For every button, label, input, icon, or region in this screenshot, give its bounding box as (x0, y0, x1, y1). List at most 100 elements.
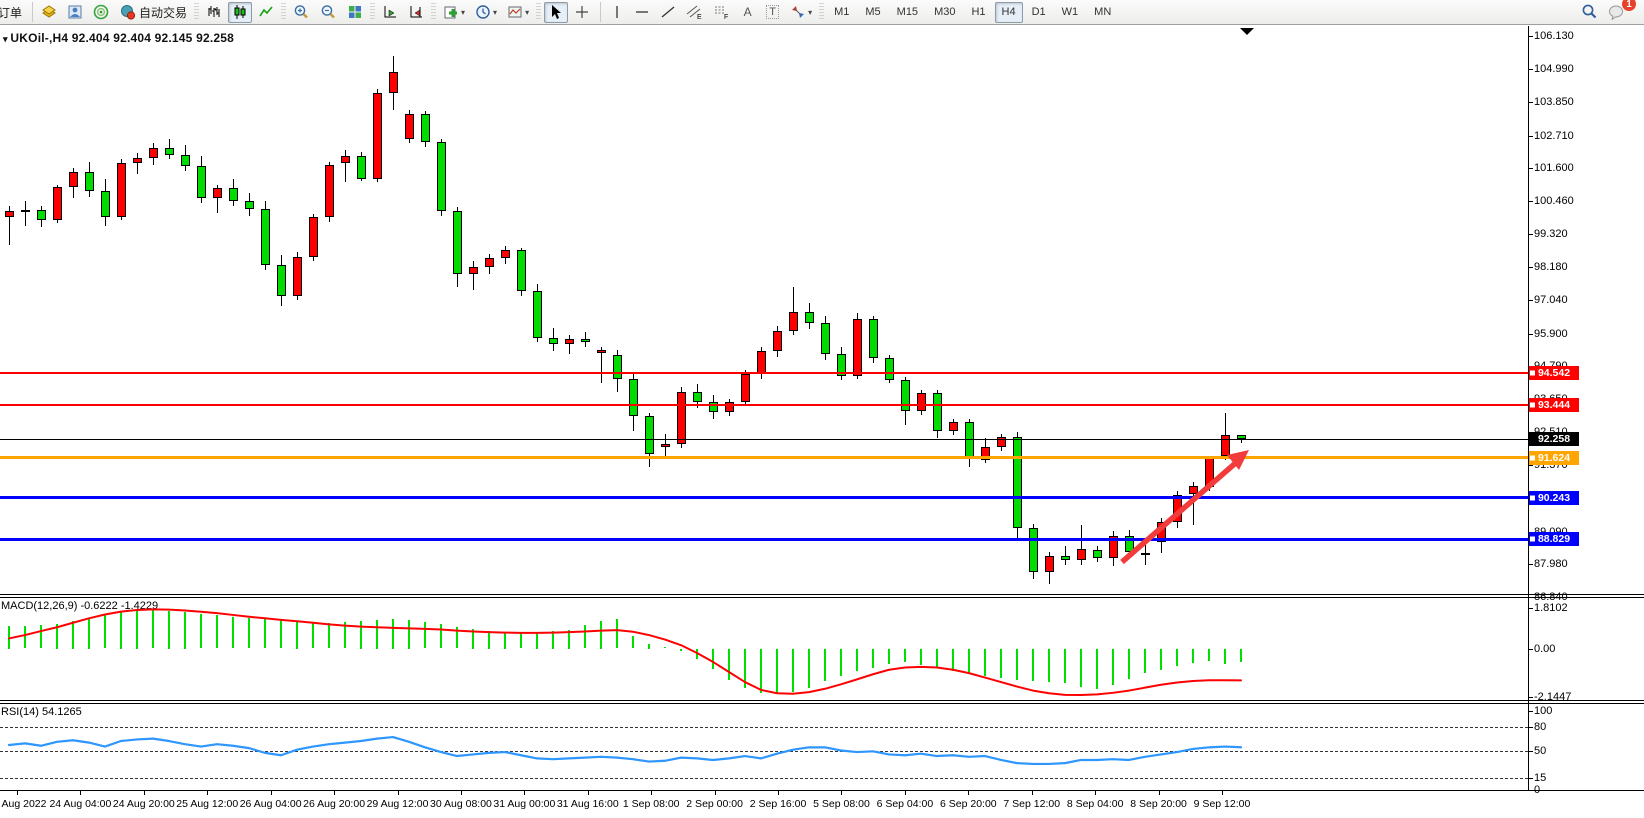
price-tick-label: 102.710 (1534, 130, 1574, 142)
macd-histogram-bar (760, 649, 762, 694)
equidistant-channel-button[interactable]: E (682, 2, 707, 23)
chart-shift-button[interactable] (404, 2, 428, 23)
time-tick (588, 791, 589, 795)
candle-body (261, 209, 270, 266)
candle-body (373, 93, 382, 180)
badge-drag-notch[interactable] (1530, 495, 1535, 500)
time-label: 6 Sep 04:00 (877, 798, 934, 810)
price-badge[interactable]: 94.542 (1529, 366, 1579, 380)
candle-body (1077, 549, 1086, 561)
candlestick-chart-icon (232, 4, 248, 20)
timeframe-m5-button[interactable]: M5 (858, 2, 887, 23)
macd-histogram-bar (904, 649, 906, 663)
macd-histogram-bar (856, 649, 858, 671)
chevron-down-icon: ▾ (461, 8, 465, 17)
autotrading-icon (119, 4, 136, 20)
time-tick (1095, 791, 1096, 795)
templates-button[interactable]: ▾ (503, 2, 533, 23)
cursor-button[interactable] (544, 2, 568, 23)
price-tick-label: 87.980 (1534, 558, 1568, 570)
macd-histogram-bar (1112, 649, 1114, 685)
history-button[interactable] (37, 2, 61, 23)
bar-chart-button[interactable] (202, 2, 226, 23)
price-level-line (0, 404, 1528, 406)
text-label-icon: T (766, 5, 779, 19)
macd-histogram-bar (1128, 649, 1130, 679)
price-badge[interactable]: 88.829 (1529, 532, 1579, 546)
autotrading-button[interactable]: 自动交易 (115, 2, 191, 23)
timeframe-h1-button[interactable]: H1 (964, 2, 992, 23)
macd-histogram-bar (184, 612, 186, 648)
arrows-button[interactable]: ▾ (786, 2, 816, 23)
badge-drag-notch[interactable] (1530, 537, 1535, 542)
time-label: 31 Aug 16:00 (557, 798, 619, 810)
periods-button[interactable]: ▾ (471, 2, 501, 23)
timeframe-w1-button[interactable]: W1 (1055, 2, 1086, 23)
timeframe-d1-button[interactable]: D1 (1025, 2, 1053, 23)
zoom-out-button[interactable] (316, 2, 341, 23)
macd-histogram-bar (40, 625, 42, 648)
vertical-line-button[interactable] (605, 2, 628, 23)
toolbar-grip (431, 3, 436, 21)
macd-histogram-bar (328, 623, 330, 649)
candle-body (421, 114, 430, 142)
candlestick-chart-button[interactable] (228, 2, 252, 23)
chart-shift-marker[interactable] (1240, 28, 1254, 35)
badge-drag-notch[interactable] (1530, 371, 1535, 376)
macd-histogram-bar (232, 617, 234, 649)
price-badge[interactable]: 91.624 (1529, 451, 1579, 465)
price-badge[interactable]: 92.258 (1529, 432, 1579, 446)
fibonacci-button[interactable]: F (709, 2, 734, 23)
new-chart-button[interactable]: ▾ (439, 2, 469, 23)
time-label: 26 Aug 20:00 (303, 798, 365, 810)
signals-button[interactable] (89, 2, 113, 23)
pane-separator (0, 790, 1644, 791)
crosshair-button[interactable] (570, 2, 594, 23)
search-button[interactable] (1577, 1, 1602, 22)
timeframe-m30-button[interactable]: M30 (927, 2, 962, 23)
price-tick-label: 95.900 (1534, 328, 1568, 340)
price-badge[interactable]: 93.444 (1529, 398, 1579, 412)
timeframe-h4-button[interactable]: H4 (995, 2, 1023, 23)
time-tick (651, 791, 652, 795)
candle-wick (473, 261, 474, 290)
profile-button[interactable] (63, 2, 87, 23)
rsi-dashed-level (0, 727, 1528, 728)
rsi-tick-label: 80 (1534, 721, 1546, 733)
timeframe-m1-button[interactable]: M1 (827, 2, 856, 23)
badge-drag-notch[interactable] (1530, 402, 1535, 407)
toolbar-separator (27, 2, 33, 22)
text-label-button[interactable]: T (761, 2, 784, 23)
notification-badge: 1 (1622, 0, 1636, 11)
time-tick (905, 791, 906, 795)
macd-histogram-bar (216, 615, 218, 648)
candle-body (1045, 556, 1054, 572)
chart-area[interactable]: ▾ UKOil-,H4 92.404 92.404 92.145 92.258 … (0, 26, 1644, 818)
candle-body (933, 393, 942, 431)
new-order-button[interactable]: 订单 (0, 2, 26, 23)
macd-histogram-bar (728, 649, 730, 680)
auto-scroll-button[interactable] (378, 2, 402, 23)
tile-windows-button[interactable] (343, 2, 367, 23)
time-tick (778, 791, 779, 795)
timeframe-mn-button[interactable]: MN (1087, 2, 1118, 23)
time-tick (968, 791, 969, 795)
horizontal-line-button[interactable] (630, 2, 654, 23)
timeframe-m15-button[interactable]: M15 (890, 2, 925, 23)
text-button[interactable]: A (736, 2, 759, 23)
macd-histogram-bar (696, 649, 698, 659)
candle-body (197, 166, 206, 198)
notifications-button[interactable]: 1 (1604, 1, 1630, 22)
chart-render-layer: 106.130104.990103.850102.710101.600100.4… (0, 26, 1644, 818)
arrows-icon (790, 4, 806, 20)
macd-histogram-bar (888, 649, 890, 664)
line-chart-button[interactable] (254, 2, 278, 23)
macd-histogram-bar (360, 621, 362, 648)
zoom-in-button[interactable] (289, 2, 314, 23)
price-badge[interactable]: 90.243 (1529, 491, 1579, 505)
trendline-button[interactable] (656, 2, 680, 23)
search-icon (1581, 3, 1598, 20)
candle-body (21, 210, 30, 212)
badge-drag-notch[interactable] (1530, 455, 1535, 460)
chevron-down-icon: ▾ (808, 8, 812, 17)
